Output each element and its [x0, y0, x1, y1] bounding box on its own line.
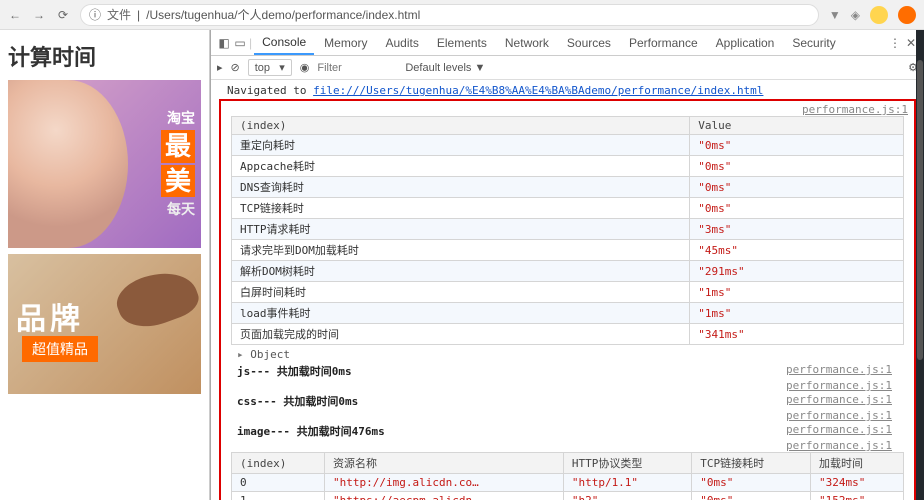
- source-link[interactable]: performance.js:1: [786, 439, 898, 452]
- table-cell: "0ms": [692, 474, 811, 492]
- context-select[interactable]: top ▾: [248, 59, 292, 76]
- table-cell: load事件耗时: [232, 303, 690, 324]
- back-icon[interactable]: ←: [8, 8, 22, 22]
- device-icon[interactable]: ▭: [233, 36, 247, 50]
- th-index[interactable]: (index): [232, 117, 690, 135]
- perf-table: (index) Value 重定向耗时"0ms"Appcache耗时"0ms"D…: [231, 116, 904, 345]
- ext-icon-4[interactable]: [898, 6, 916, 24]
- ext-icon-2[interactable]: ◈: [851, 8, 860, 22]
- table-cell: "152ms": [810, 492, 903, 500]
- table-cell: "291ms": [690, 261, 904, 282]
- ext-icon-1[interactable]: ▼: [829, 8, 841, 22]
- console-body[interactable]: Navigated to file:///Users/tugenhua/%E4%…: [211, 80, 924, 500]
- filter-input[interactable]: [317, 62, 397, 74]
- clear-console-icon[interactable]: ⊘: [231, 61, 240, 74]
- eye-icon[interactable]: ◉: [300, 61, 310, 74]
- tab-security[interactable]: Security: [784, 32, 843, 54]
- source-link[interactable]: performance.js:1: [786, 379, 898, 392]
- tab-performance[interactable]: Performance: [621, 32, 706, 54]
- th-value[interactable]: Value: [690, 117, 904, 135]
- tab-network[interactable]: Network: [497, 32, 557, 54]
- tab-elements[interactable]: Elements: [429, 32, 495, 54]
- source-link[interactable]: performance.js:1: [786, 409, 898, 422]
- forward-icon[interactable]: →: [32, 8, 46, 22]
- page-content: 计算时间 淘宝 最 美 每天 品牌 超值精品: [0, 30, 210, 500]
- ext-icon-3[interactable]: [870, 6, 888, 24]
- highlighted-region: performance.js:1 (index) Value 重定向耗时"0ms…: [219, 99, 916, 500]
- table-cell: 重定向耗时: [232, 135, 690, 156]
- source-link[interactable]: performance.js:1: [786, 393, 898, 406]
- banner2-big: 品牌: [16, 294, 84, 338]
- promo-banner-1[interactable]: 淘宝 最 美 每天: [8, 80, 201, 248]
- page-title: 计算时间: [8, 40, 201, 72]
- th[interactable]: 加载时间: [810, 453, 903, 474]
- table-cell: "0ms": [692, 492, 811, 500]
- tab-sources[interactable]: Sources: [559, 32, 619, 54]
- log-line: performance.js:1css--- 共加载时间0msperforman…: [221, 392, 914, 410]
- table-cell: "1ms": [690, 303, 904, 324]
- th[interactable]: 资源名称: [325, 453, 564, 474]
- devtools-scrollbar[interactable]: [916, 30, 924, 500]
- table-cell: 1: [232, 492, 325, 500]
- console-filter-bar: ▸ ⊘ top ▾ ◉ Default levels ▼ ⚙: [211, 56, 924, 80]
- kebab-icon[interactable]: ⋮: [888, 36, 902, 50]
- tab-memory[interactable]: Memory: [316, 32, 375, 54]
- banner2-sub: 超值精品: [22, 336, 98, 362]
- url-bar[interactable]: ⓘ 文件 | /Users/tugenhua/个人demo/performanc…: [80, 4, 819, 26]
- source-link[interactable]: performance.js:1: [802, 103, 914, 116]
- promo-banner-2[interactable]: 品牌 超值精品: [8, 254, 201, 394]
- table-cell: 页面加载完成的时间: [232, 324, 690, 345]
- url-label: 文件: [107, 6, 131, 23]
- th[interactable]: (index): [232, 453, 325, 474]
- expand-object[interactable]: Object: [221, 347, 914, 362]
- banner1-l2: 美: [161, 165, 195, 198]
- source-link[interactable]: performance.js:1: [786, 423, 898, 436]
- levels-select[interactable]: Default levels ▼: [405, 62, 485, 74]
- table-cell: "http/1.1": [563, 474, 691, 492]
- banner1-sub: 每天: [161, 199, 195, 219]
- table-cell: "1ms": [690, 282, 904, 303]
- table-cell: "3ms": [690, 219, 904, 240]
- inspect-icon[interactable]: ◧: [217, 36, 231, 50]
- tab-console[interactable]: Console: [254, 31, 314, 55]
- table-cell: HTTP请求耗时: [232, 219, 690, 240]
- table-cell: "https://aecpm.alicdn…: [325, 492, 564, 500]
- toggle-sidebar-icon[interactable]: ▸: [217, 61, 223, 74]
- table-cell: "h2": [563, 492, 691, 500]
- table-cell: "341ms": [690, 324, 904, 345]
- table-cell: "324ms": [810, 474, 903, 492]
- url-sep: |: [137, 8, 140, 22]
- table-cell: DNS查询耗时: [232, 177, 690, 198]
- devtools-panel: ◧ ▭ | Console Memory Audits Elements Net…: [210, 30, 924, 500]
- table-cell: 0: [232, 474, 325, 492]
- source-link[interactable]: performance.js:1: [786, 363, 898, 376]
- table-cell: "0ms": [690, 135, 904, 156]
- table-cell: "0ms": [690, 156, 904, 177]
- devtools-tabs: ◧ ▭ | Console Memory Audits Elements Net…: [211, 30, 924, 56]
- table-cell: "0ms": [690, 198, 904, 219]
- info-icon: ⓘ: [89, 6, 101, 23]
- reload-icon[interactable]: ⟳: [56, 8, 70, 22]
- nav-url-link[interactable]: file:///Users/tugenhua/%E4%B8%AA%E4%BA%B…: [313, 84, 763, 97]
- th[interactable]: HTTP协议类型: [563, 453, 691, 474]
- table-cell: "45ms": [690, 240, 904, 261]
- table-cell: 请求完毕到DOM加载耗时: [232, 240, 690, 261]
- table-cell: 解析DOM树耗时: [232, 261, 690, 282]
- log-line: performance.js:1image--- 共加载时间476msperfo…: [221, 422, 914, 440]
- th[interactable]: TCP链接耗时: [692, 453, 811, 474]
- resource-table: (index)资源名称HTTP协议类型TCP链接耗时加载时间 0"http://…: [231, 452, 904, 500]
- table-cell: Appcache耗时: [232, 156, 690, 177]
- nav-line: Navigated to file:///Users/tugenhua/%E4%…: [211, 82, 924, 99]
- table-cell: 白屏时间耗时: [232, 282, 690, 303]
- url-path: /Users/tugenhua/个人demo/performance/index…: [146, 6, 420, 23]
- table-cell: TCP链接耗时: [232, 198, 690, 219]
- banner1-tao: 淘宝: [161, 108, 195, 128]
- table-cell: "0ms": [690, 177, 904, 198]
- banner1-l1: 最: [161, 130, 195, 163]
- tab-application[interactable]: Application: [708, 32, 783, 54]
- log-line: performance.js:1js--- 共加载时间0msperformanc…: [221, 362, 914, 380]
- table-cell: "http://img.alicdn.co…: [325, 474, 564, 492]
- tab-audits[interactable]: Audits: [378, 32, 427, 54]
